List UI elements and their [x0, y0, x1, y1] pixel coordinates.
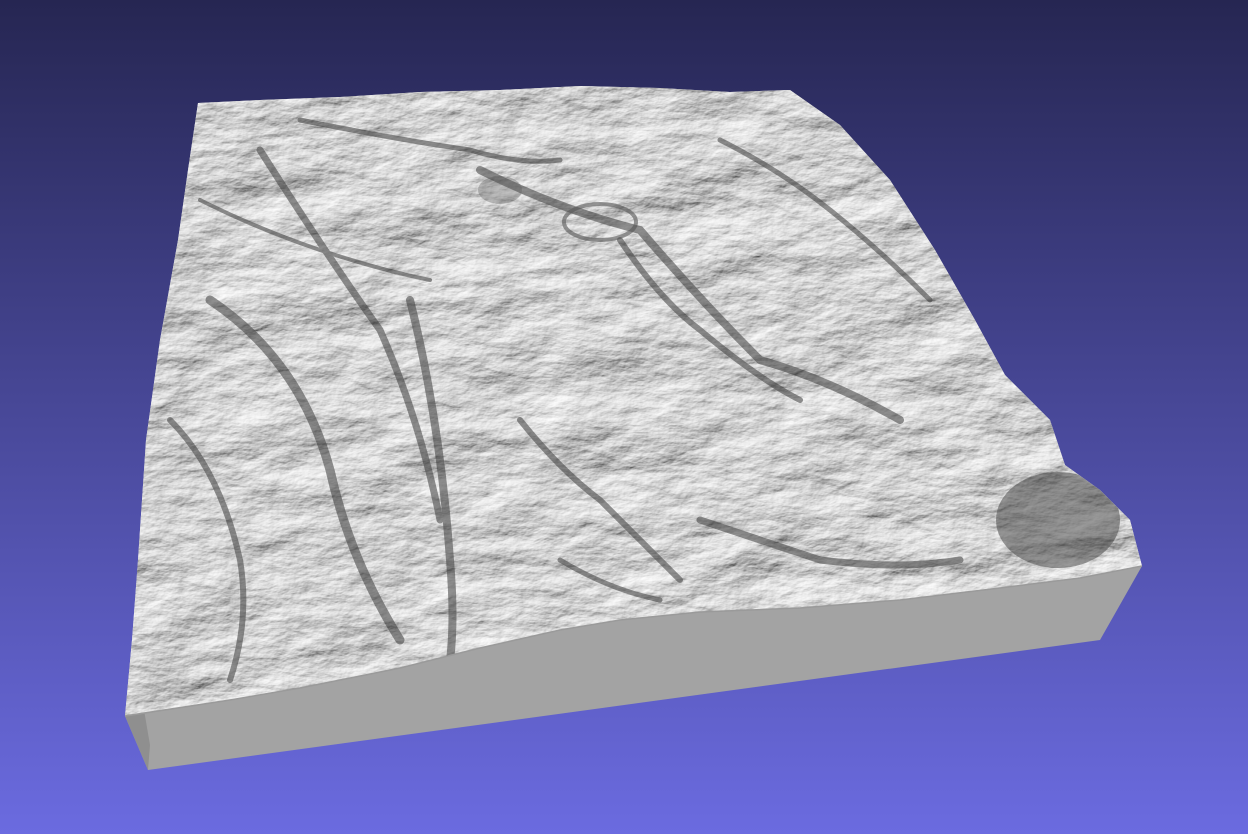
viewport-scene[interactable] — [0, 0, 1248, 834]
3d-viewport[interactable] — [0, 0, 1248, 834]
